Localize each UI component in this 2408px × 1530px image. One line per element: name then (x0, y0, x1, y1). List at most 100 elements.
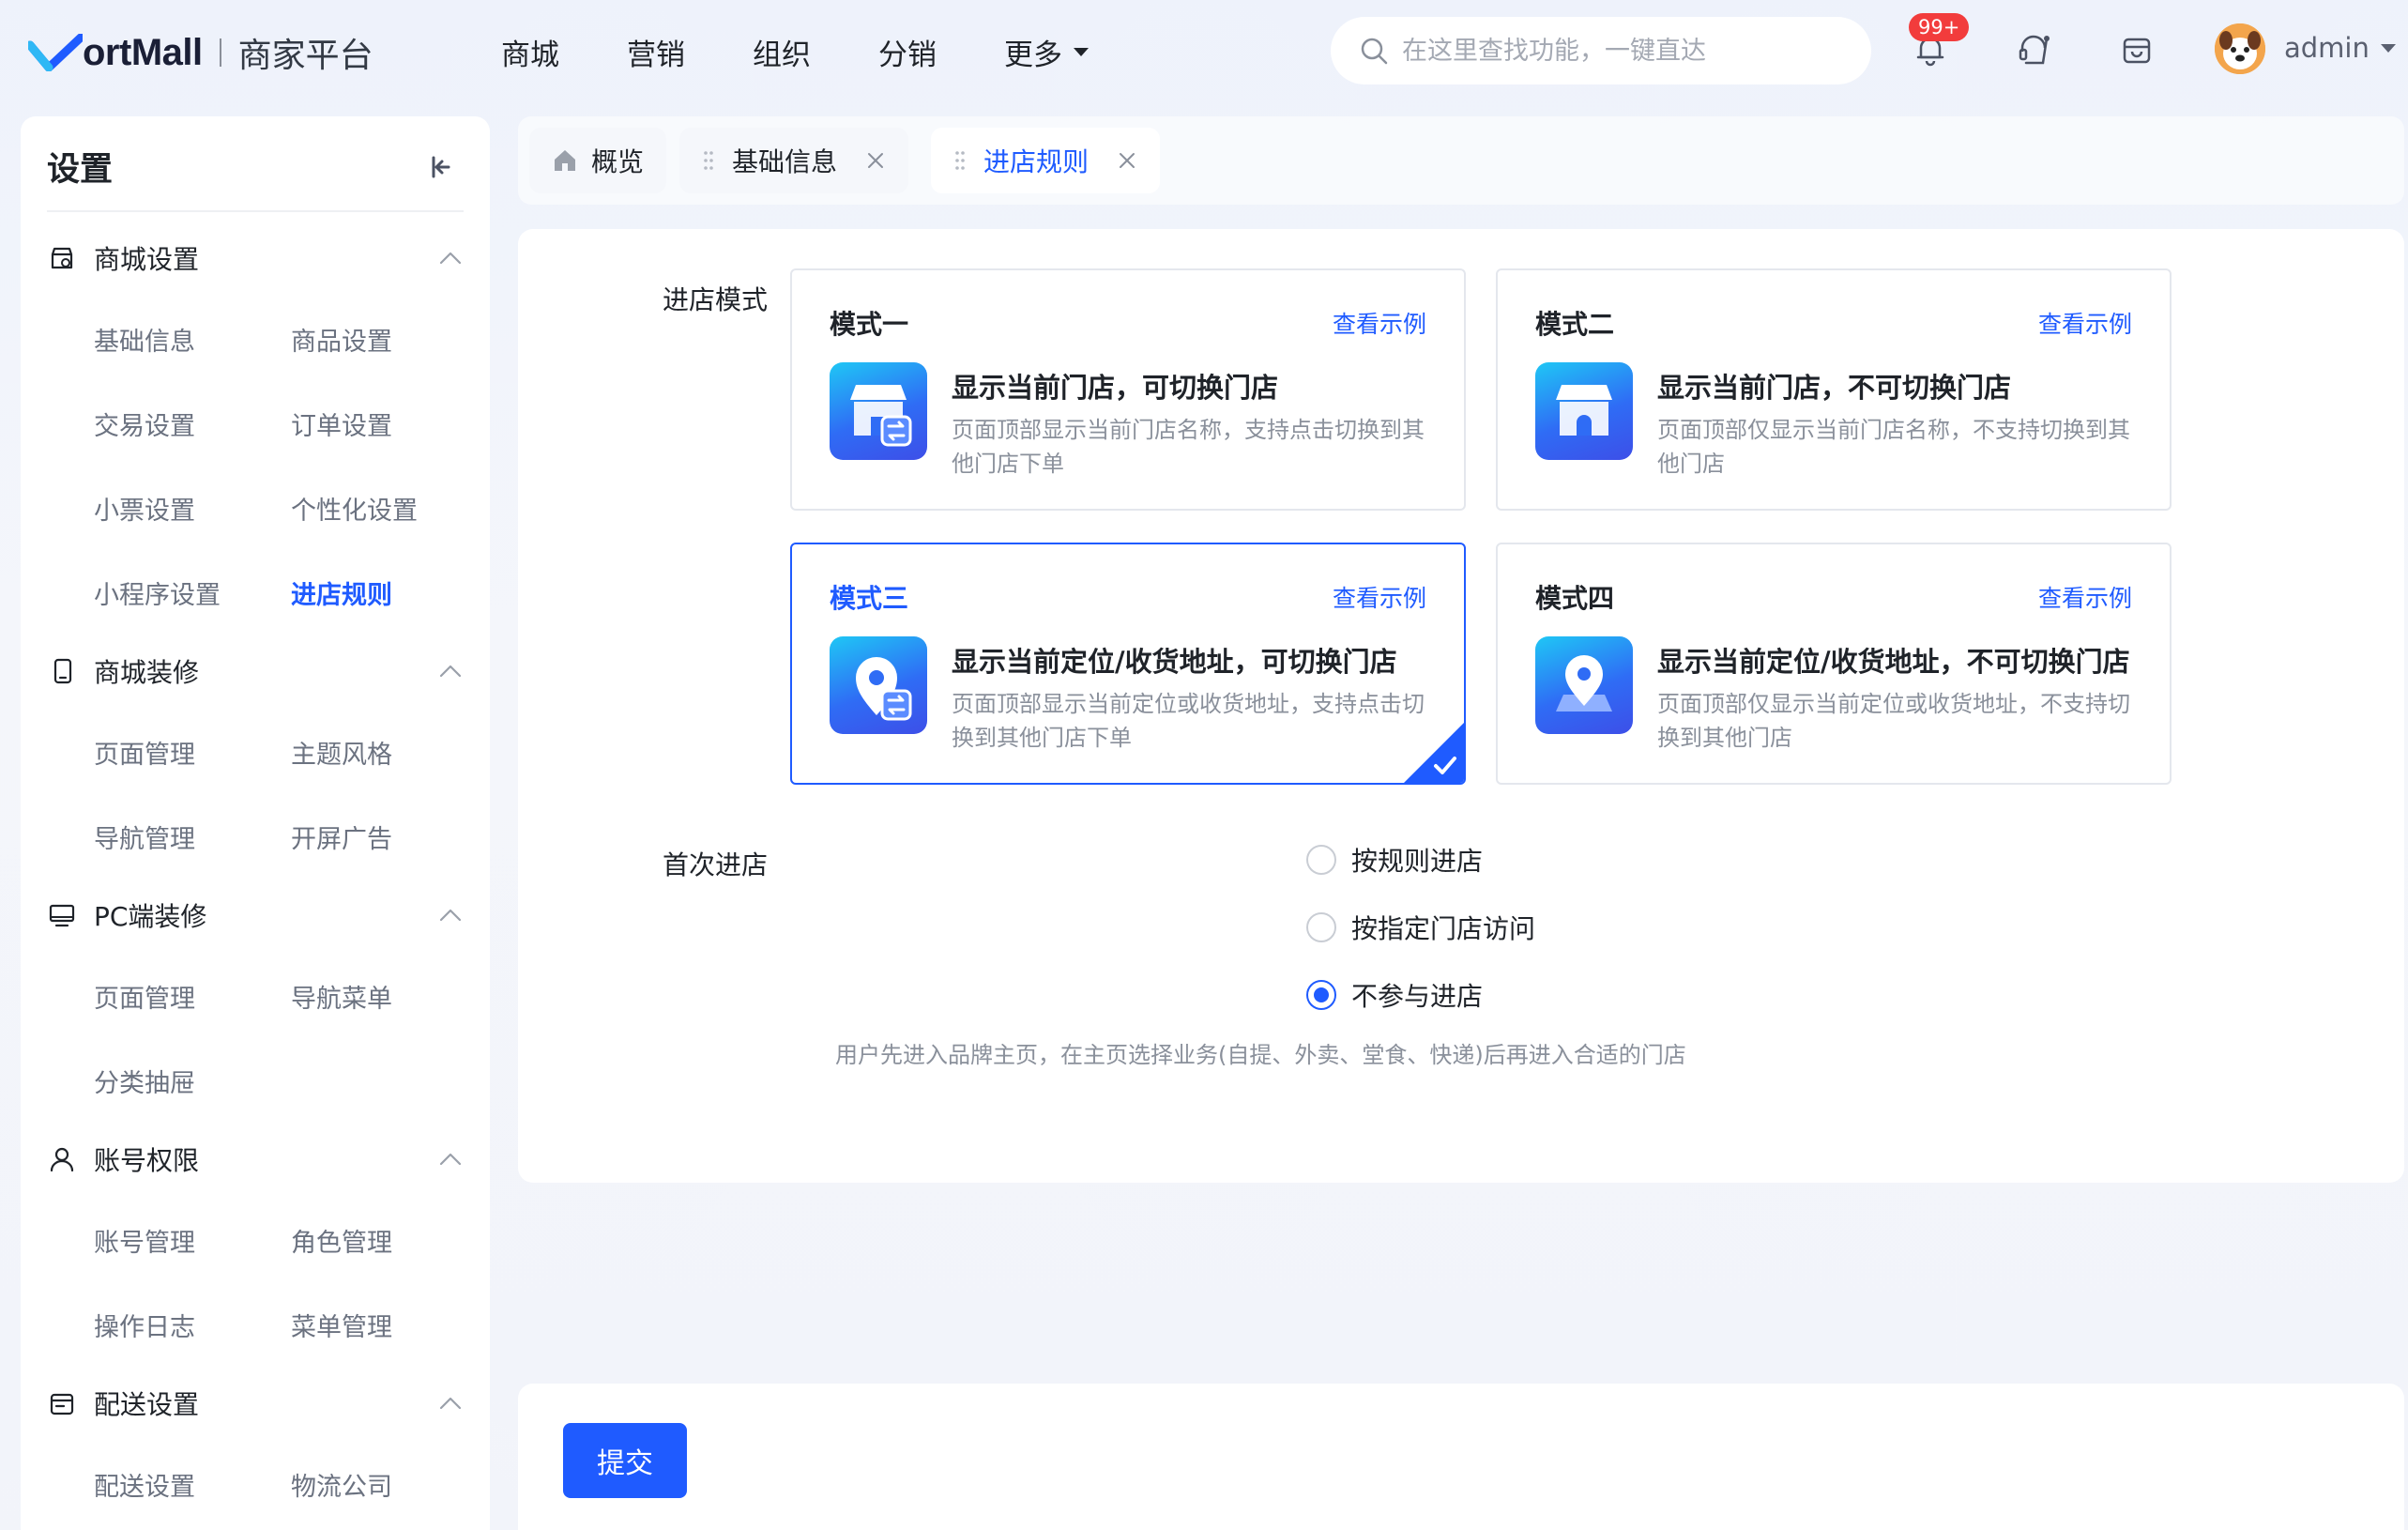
sidebar-item-miniprogram[interactable]: 小程序设置 (94, 574, 221, 611)
mode-description: 页面顶部显示当前门店名称，支持点击切换到其他门店下单 (952, 417, 1425, 477)
radio-label: 按指定门店访问 (1351, 913, 1536, 944)
view-example-link[interactable]: 查看示例 (2038, 306, 2132, 340)
entry-mode-label: 进店模式 (663, 284, 769, 315)
sidebar-item-splash-ad[interactable]: 开屏广告 (291, 819, 392, 855)
chevron-up-icon (439, 1153, 462, 1166)
footer-bar: 提交 (518, 1384, 2404, 1530)
mode-card-1[interactable]: 模式一 查看示例 显示当前门店，可切换门店 页面顶部显示当前门店名称，支持点击切… (790, 268, 1466, 511)
sidebar-item-receipt-settings[interactable]: 小票设置 (94, 490, 195, 527)
sidebar-divider (47, 210, 464, 212)
view-example-link[interactable]: 查看示例 (1333, 580, 1426, 614)
sidebar-item-pc-page-manage[interactable]: 页面管理 (94, 978, 195, 1015)
top-nav: 商城 营销 组织 分销 更多 (501, 28, 1156, 75)
radio-button[interactable] (1306, 845, 1336, 875)
radio-option-not-participate[interactable]: 不参与进店 (1306, 976, 1483, 1014)
sidebar-group-mall-settings[interactable]: 商城设置 (21, 230, 490, 286)
store-switch-button[interactable] (2115, 28, 2158, 71)
avatar[interactable] (2215, 23, 2265, 74)
shop-settings-icon (51, 247, 73, 269)
user-menu[interactable]: admin (2284, 32, 2396, 64)
mode-description: 页面顶部显示当前定位或收货地址，支持点击切换到其他门店下单 (952, 691, 1425, 751)
location-pin-icon (1535, 636, 1633, 734)
mode-heading: 显示当前定位/收货地址，可切换门店 (952, 646, 1397, 678)
mode-heading: 显示当前定位/收货地址，不可切换门店 (1657, 646, 2130, 678)
sidebar-title: 设置 (47, 151, 114, 189)
sidebar-item-theme-style[interactable]: 主题风格 (291, 734, 392, 771)
submit-button[interactable]: 提交 (563, 1423, 687, 1498)
sidebar-group-delivery-settings[interactable]: 配送设置 (21, 1375, 490, 1431)
sidebar-group-account-permissions[interactable]: 账号权限 (21, 1131, 490, 1187)
sidebar-item-basic-info[interactable]: 基础信息 (94, 321, 195, 358)
tab-label: 基础信息 (732, 146, 838, 177)
sidebar-item-trade-settings[interactable]: 交易设置 (94, 405, 195, 442)
sidebar-item-delivery-settings[interactable]: 配送设置 (94, 1466, 195, 1503)
search-input[interactable] (1402, 36, 1834, 66)
tab-entry-rules[interactable]: 进店规则 (931, 128, 1161, 193)
radio-label: 不参与进店 (1351, 981, 1484, 1012)
chevron-up-icon (439, 1397, 462, 1410)
chevron-up-icon (439, 665, 462, 678)
mode-heading: 显示当前门店，不可切换门店 (1657, 372, 2012, 404)
sidebar-item-account-manage[interactable]: 账号管理 (94, 1222, 195, 1259)
first-entry-label: 首次进店 (663, 849, 769, 880)
sidebar-item-order-settings[interactable]: 订单设置 (291, 405, 392, 442)
nav-item-mall[interactable]: 商城 (501, 28, 559, 75)
nav-item-organization[interactable]: 组织 (753, 28, 811, 75)
nav-item-distribution[interactable]: 分销 (878, 28, 937, 75)
sidebar-item-page-manage[interactable]: 页面管理 (94, 734, 195, 771)
sidebar-group-label: 商城设置 (94, 244, 200, 275)
drag-handle-icon[interactable] (702, 149, 715, 172)
tab-overview[interactable]: 概览 (529, 128, 667, 193)
drag-handle-icon[interactable] (953, 149, 967, 172)
view-example-link[interactable]: 查看示例 (1333, 306, 1426, 340)
mode-card-3[interactable]: 模式三 查看示例 显示当前定位/收货地址，可切换门店 页面顶部显示当前定位或收货… (790, 543, 1466, 785)
sidebar-group-mall-decor[interactable]: 商城装修 (21, 643, 490, 699)
mode-card-2[interactable]: 模式二 查看示例 显示当前门店，不可切换门店 页面顶部仅显示当前门店名称，不支持… (1496, 268, 2172, 511)
user-icon (50, 1147, 74, 1172)
top-bar: ortMall 商家平台 商城 营销 组织 分销 更多 99+ (0, 0, 2408, 105)
sidebar-group-pc-decor[interactable]: PC端装修 (21, 887, 490, 943)
nav-item-marketing[interactable]: 营销 (627, 28, 685, 75)
location-switch-icon (830, 636, 927, 734)
mode-title: 模式四 (1535, 583, 1615, 614)
radio-option-by-rule[interactable]: 按规则进店 (1306, 841, 1483, 879)
search-box[interactable] (1331, 17, 1871, 84)
avatar-dog-icon (2215, 23, 2265, 74)
delivery-icon (50, 1393, 74, 1415)
sidebar-item-pc-nav-menu[interactable]: 导航菜单 (291, 978, 392, 1015)
tabs-bar: 概览 基础信息 进店规则 (518, 116, 2404, 205)
store-icon (1535, 362, 1633, 460)
radio-button[interactable] (1306, 980, 1336, 1010)
mobile-decor-icon (53, 658, 72, 684)
sidebar-item-personalization[interactable]: 个性化设置 (291, 490, 418, 527)
sidebar-item-role-manage[interactable]: 角色管理 (291, 1222, 392, 1259)
tab-label: 概览 (591, 146, 645, 177)
brand-logo[interactable]: ortMall 商家平台 (28, 24, 373, 81)
mode-description: 页面顶部仅显示当前门店名称，不支持切换到其他门店 (1657, 417, 2130, 477)
sidebar-item-nav-manage[interactable]: 导航管理 (94, 819, 195, 855)
home-icon (555, 150, 575, 171)
close-icon[interactable] (1117, 150, 1137, 171)
brand-subtitle: 商家平台 (237, 37, 373, 75)
sidebar-item-product-settings[interactable]: 商品设置 (291, 321, 392, 358)
chevron-up-icon (439, 252, 462, 265)
nav-item-more[interactable]: 更多 (1004, 28, 1089, 75)
tab-basic-info[interactable]: 基础信息 (679, 128, 909, 193)
radio-button[interactable] (1306, 912, 1336, 942)
view-example-link[interactable]: 查看示例 (2038, 580, 2132, 614)
sidebar-item-logistics-company[interactable]: 物流公司 (291, 1466, 392, 1503)
sidebar-item-operation-log[interactable]: 操作日志 (94, 1307, 195, 1343)
radio-option-specified-store[interactable]: 按指定门店访问 (1306, 909, 1535, 946)
sidebar-item-entry-rules[interactable]: 进店规则 (291, 574, 392, 611)
sidebar-item-menu-manage[interactable]: 菜单管理 (291, 1307, 392, 1343)
username: admin (2284, 32, 2370, 64)
sidebar-group-label: 配送设置 (94, 1389, 200, 1420)
close-icon[interactable] (865, 150, 886, 171)
sidebar-item-category-drawer[interactable]: 分类抽屉 (94, 1063, 195, 1099)
collapse-sidebar-icon[interactable] (426, 152, 456, 182)
mode-heading: 显示当前门店，可切换门店 (952, 372, 1279, 404)
tab-label: 进店规则 (983, 146, 1090, 177)
mode-card-4[interactable]: 模式四 查看示例 显示当前定位/收货地址，不可切换门店 页面顶部仅显示当前定位或… (1496, 543, 2172, 785)
customer-service-button[interactable] (2012, 28, 2055, 71)
nav-item-more-label: 更多 (1004, 38, 1062, 72)
